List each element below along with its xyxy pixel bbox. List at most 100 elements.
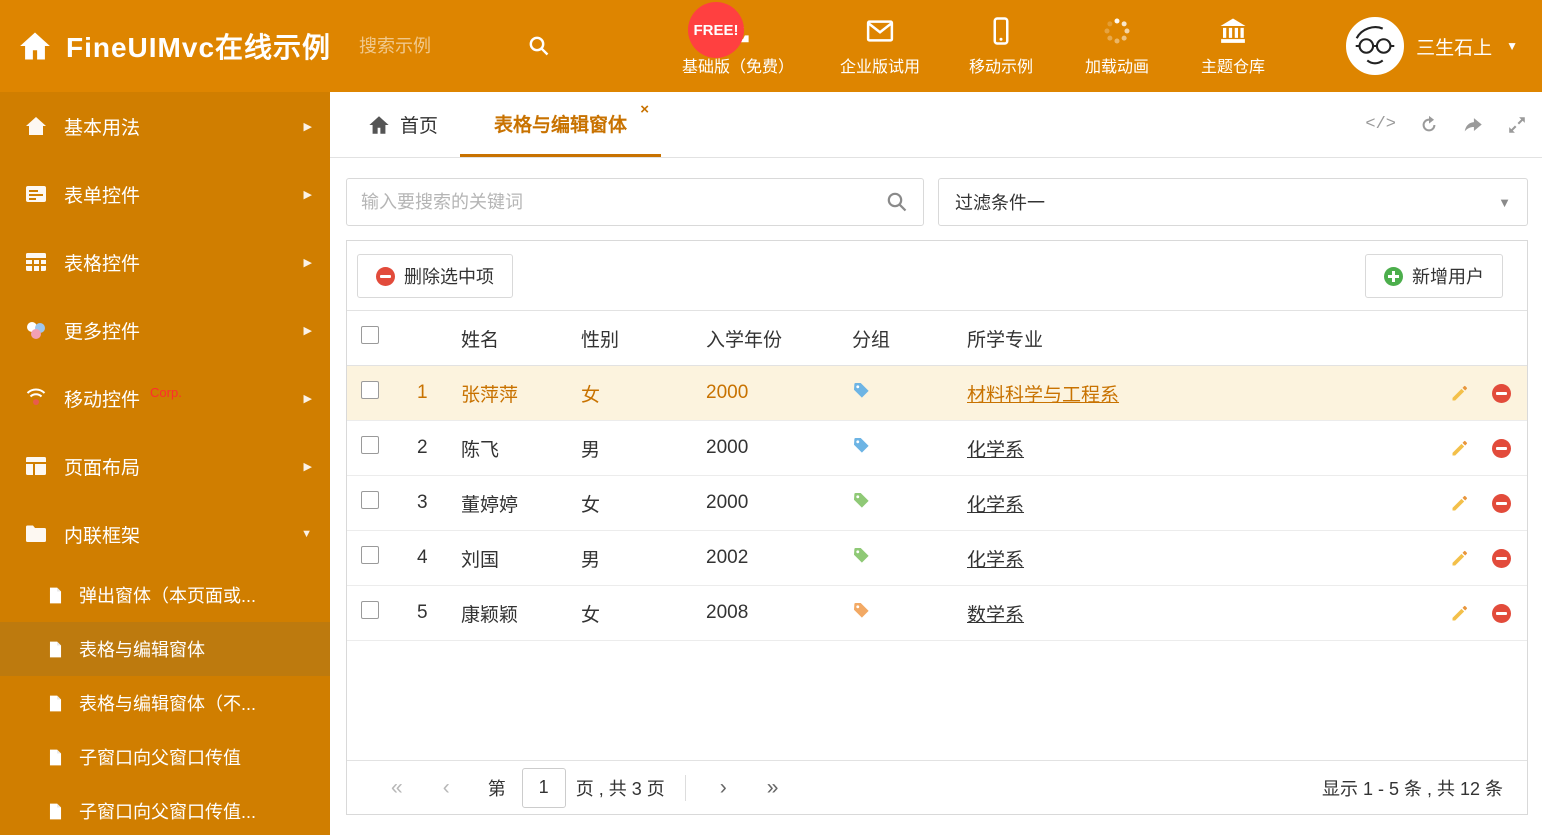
column-header-major: 所学专业 [967,329,1044,351]
sidebar-item-grid-controls[interactable]: 表格控件 ▶ [0,228,330,296]
sidebar: 基本用法 ▶ 表单控件 ▶ 表格控件 ▶ 更多控件 ▶ 移动控件 Corp. ▶… [0,92,330,835]
row-checkbox[interactable] [361,601,379,619]
source-code-icon[interactable]: </> [1365,115,1396,134]
tab-home[interactable]: 首页 [346,92,460,157]
filter-dropdown[interactable]: 过滤条件一 ▼ [938,178,1528,226]
sidebar-item-mobile-controls[interactable]: 移动控件 Corp. ▶ [0,364,330,432]
row-year: 2000 [706,437,749,458]
last-page-icon[interactable]: » [747,776,799,800]
table-row[interactable]: 4 刘国 男 2002 化学系 [347,531,1527,586]
sidebar-subitem-label: 表格与编辑窗体 [79,640,205,660]
page-number-input[interactable] [521,767,566,808]
add-user-button[interactable]: 新增用户 [1365,254,1503,298]
search-icon[interactable] [527,34,551,58]
refresh-icon[interactable] [1418,114,1440,136]
delete-row-icon[interactable] [1492,603,1511,623]
nav-enterprise-trial[interactable]: 企业版试用 [840,16,920,77]
row-year: 2000 [706,492,749,513]
edit-icon[interactable] [1450,603,1470,623]
major-link[interactable]: 数学系 [967,605,1024,626]
house-icon [26,117,46,135]
table-row[interactable]: 1 张萍萍 女 2000 材料科学与工程系 [347,366,1527,421]
edit-icon[interactable] [1450,493,1470,513]
row-checkbox[interactable] [361,546,379,564]
major-link[interactable]: 化学系 [967,550,1024,571]
edit-icon[interactable] [1450,438,1470,458]
sidebar-subitem-grid-edit-window[interactable]: 表格与编辑窗体 [0,622,330,676]
share-icon[interactable] [1462,114,1484,136]
brand[interactable]: FineUIMvc在线示例 [0,26,331,66]
delete-row-icon[interactable] [1492,383,1511,403]
delete-selected-button[interactable]: 删除选中项 [357,254,513,298]
file-icon [49,641,62,657]
search-icon[interactable] [885,190,909,214]
table-header-row: 姓名 性别 入学年份 分组 所学专业 [347,310,1527,366]
tag-icon[interactable] [852,381,871,400]
nav-loading-animation[interactable]: 加载动画 [1082,16,1152,77]
fullscreen-icon[interactable] [1506,114,1528,136]
table-row[interactable]: 2 陈飞 男 2000 化学系 [347,421,1527,476]
tab-label: 表格与编辑窗体 [494,114,628,136]
sidebar-subitem-label: 子窗口向父窗口传值 [79,748,241,768]
sidebar-subitem-label: 子窗口向父窗口传值... [79,802,257,822]
nav-label: 加载动画 [1085,58,1150,76]
sidebar-subitem-label: 弹出窗体（本页面或... [79,586,257,606]
sidebar-subitem-grid-edit-window-2[interactable]: 表格与编辑窗体（不... [0,676,330,730]
tag-icon[interactable] [852,601,871,620]
table-row[interactable]: 3 董婷婷 女 2000 化学系 [347,476,1527,531]
row-checkbox[interactable] [361,381,379,399]
row-checkbox[interactable] [361,491,379,509]
row-number: 4 [417,547,428,568]
first-page-icon[interactable]: « [371,776,423,800]
sidebar-item-more-controls[interactable]: 更多控件 ▶ [0,296,330,364]
grid-panel: 删除选中项 新增用户 姓名 性别 入学年份 分组 所学专业 1 张萍萍 女 20… [346,240,1528,815]
caret-down-icon: ▼ [1506,39,1518,53]
chevron-right-icon: ▶ [303,460,312,473]
row-gender: 女 [581,384,601,406]
sidebar-item-form-controls[interactable]: 表单控件 ▶ [0,160,330,228]
major-link[interactable]: 化学系 [967,495,1024,516]
caret-down-icon: ▼ [301,528,312,540]
nav-mobile-demo[interactable]: 移动示例 [966,16,1036,77]
row-name: 张萍萍 [461,384,519,406]
sidebar-subitem-child-to-parent-2[interactable]: 子窗口向父窗口传值... [0,784,330,835]
major-link[interactable]: 材料科学与工程系 [967,385,1119,406]
filter-row: 过滤条件一 ▼ [330,158,1542,226]
sidebar-item-basic-usage[interactable]: 基本用法 ▶ [0,92,330,160]
tag-icon[interactable] [852,491,871,510]
delete-row-icon[interactable] [1492,548,1511,568]
sidebar-item-label: 表单控件 [64,185,141,207]
sidebar-item-iframe[interactable]: 内联框架 ▼ [0,500,330,568]
sidebar-item-page-layout[interactable]: 页面布局 ▶ [0,432,330,500]
form-icon [26,186,46,202]
header-search-input[interactable] [359,35,520,57]
major-link[interactable]: 化学系 [967,440,1024,461]
delete-row-icon[interactable] [1492,493,1511,513]
tag-icon[interactable] [852,436,871,455]
table-row[interactable]: 5 康颖颖 女 2008 数学系 [347,586,1527,641]
tab-close-icon[interactable]: × [640,101,649,118]
row-checkbox[interactable] [361,436,379,454]
bank-icon [1220,18,1246,43]
nav-theme-store[interactable]: 主题仓库 [1198,16,1268,77]
sidebar-subitem-popup-window[interactable]: 弹出窗体（本页面或... [0,568,330,622]
tag-icon[interactable] [852,546,871,565]
next-page-icon[interactable]: › [700,776,747,800]
row-name: 康颖颖 [461,604,519,626]
sidebar-subitem-child-to-parent[interactable]: 子窗口向父窗口传值 [0,730,330,784]
chevron-right-icon: ▶ [303,256,312,269]
free-badge: FREE! [688,2,744,58]
main-content: 首页 表格与编辑窗体 × </> 过滤条件一 ▼ [330,92,1542,835]
user-menu[interactable]: 三生石上 ▼ [1346,17,1542,75]
sidebar-item-label: 内联框架 [64,525,141,547]
edit-icon[interactable] [1450,383,1470,403]
prev-page-icon[interactable]: ‹ [423,776,470,800]
delete-row-icon[interactable] [1492,438,1511,458]
row-year: 2000 [706,382,749,403]
select-all-checkbox[interactable] [361,326,379,344]
column-header-group: 分组 [852,329,891,351]
keyword-search-input[interactable] [361,191,885,213]
edit-icon[interactable] [1450,548,1470,568]
tab-grid-edit-window[interactable]: 表格与编辑窗体 × [460,92,662,157]
plus-circle-icon [1384,266,1403,286]
